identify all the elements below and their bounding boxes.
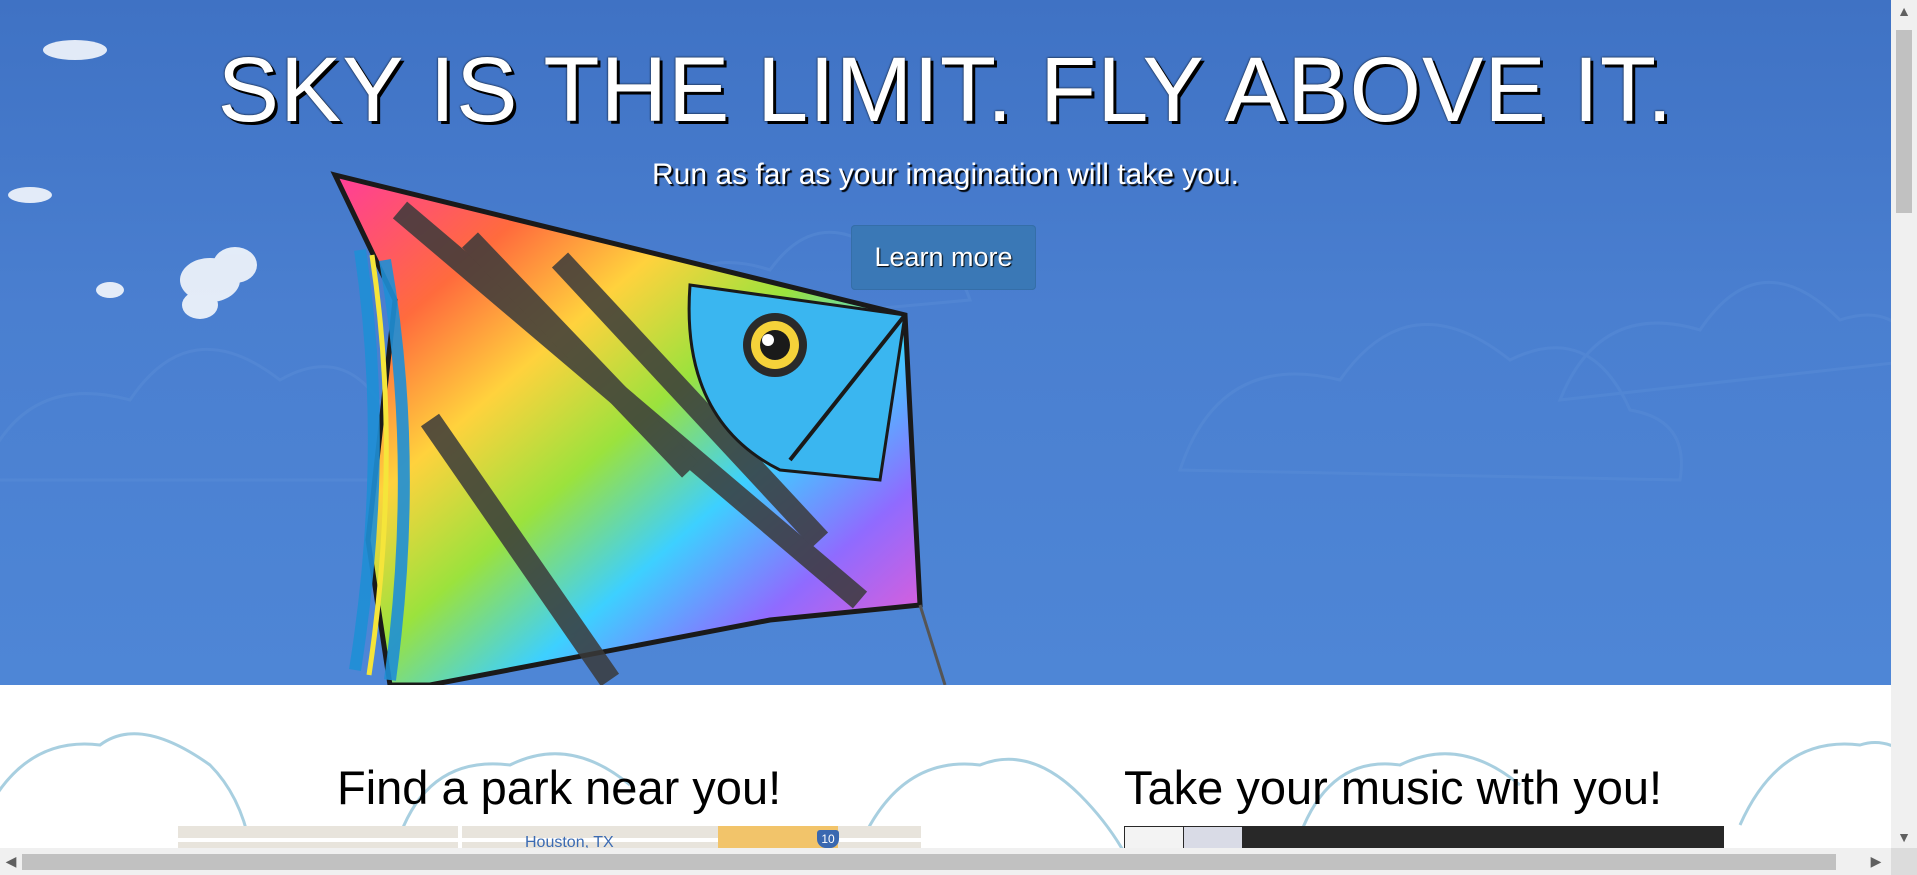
scroll-down-icon[interactable]: ▼ xyxy=(1891,826,1917,848)
scroll-up-icon[interactable]: ▲ xyxy=(1891,0,1917,22)
map-road xyxy=(458,826,462,848)
horizontal-scroll-thumb[interactable] xyxy=(22,854,1836,870)
hero-title: SKY IS THE LIMIT. FLY ABOVE IT. xyxy=(217,39,1674,141)
hero-banner: SKY IS THE LIMIT. FLY ABOVE IT. Run as f… xyxy=(0,0,1891,685)
music-heading: Take your music with you! xyxy=(1124,761,1663,814)
album-cover-thumbnail[interactable] xyxy=(1125,827,1183,848)
music-player-embed[interactable] xyxy=(1124,826,1724,848)
scroll-left-icon[interactable]: ◀ xyxy=(0,848,22,875)
learn-more-button[interactable]: Learn more xyxy=(851,225,1036,290)
scrollbar-corner xyxy=(1891,848,1917,875)
park-map-embed[interactable]: Houston, TX 10 xyxy=(178,826,921,848)
find-park-heading: Find a park near you! xyxy=(337,761,782,814)
hero-subtitle: Run as far as your imagination will take… xyxy=(652,158,1239,191)
map-city-label: Houston, TX xyxy=(525,834,614,848)
album-cover-thumbnail[interactable] xyxy=(1184,827,1242,848)
scroll-right-icon[interactable]: ▶ xyxy=(1865,848,1887,875)
interstate-shield-icon: 10 xyxy=(817,830,839,848)
vertical-scroll-thumb[interactable] xyxy=(1896,30,1912,213)
features-section: Find a park near you! Take your music wi… xyxy=(0,685,1891,848)
horizontal-scrollbar[interactable]: ◀ ▶ xyxy=(0,848,1891,875)
page-viewport: SKY IS THE LIMIT. FLY ABOVE IT. Run as f… xyxy=(0,0,1891,848)
vertical-scrollbar[interactable]: ▲ ▼ xyxy=(1891,0,1917,848)
